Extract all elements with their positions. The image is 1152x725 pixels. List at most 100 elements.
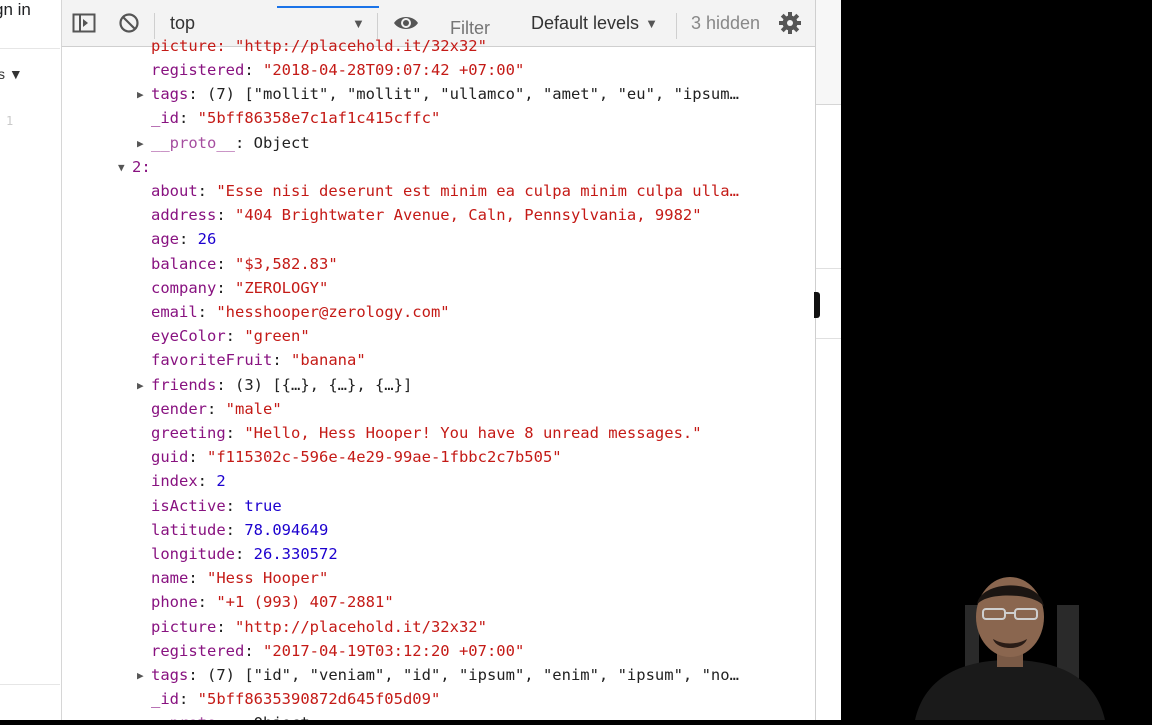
property-key: greeting [151,424,226,442]
left-page-strip: gn in s ▼ 1 [0,0,62,720]
property-key: isActive [151,496,226,515]
property-value: Object [254,714,310,720]
console-row-address: address: "404 Brightwater Avenue, Caln, … [151,203,815,227]
console-row-registered: registered: "2018-04-28T09:07:42 +07:00" [151,58,815,82]
console-row-index: index: 2 [151,469,815,493]
resize-handle[interactable] [814,292,820,318]
property-key: tags [151,85,189,104]
console-row-isactive: isActive: true [151,494,815,518]
left-page-divider [0,684,60,685]
log-levels-label: Default levels [531,12,640,33]
property-key: __proto__ [151,714,235,720]
sign-in-link[interactable]: gn in [0,0,31,20]
presenter-webcam [905,565,1115,720]
chevron-down-icon: ▼ [352,15,365,31]
property-value: "404 Brightwater Avenue, Caln, Pennsylva… [235,206,702,225]
console-row-registered: registered: "2017-04-19T03:12:20 +07:00" [151,639,815,663]
property-key: guid [151,448,189,467]
expand-triangle-icon[interactable]: ▶ [137,669,144,682]
key-separator: : [244,61,263,79]
eye-icon [394,17,418,29]
property-key: _id [151,109,179,128]
property-value: "http://placehold.it/32x32" [235,617,487,636]
key-separator: : [216,206,235,225]
expand-triangle-icon[interactable]: ▶ [137,379,144,392]
hidden-count-label: 3 hidden [691,12,761,33]
property-key: eyeColor [151,327,226,346]
console-row-email: email: "hesshooper@zerology.com" [151,300,815,324]
key-separator: : [179,690,198,709]
left-page-dropdown[interactable]: s ▼ [0,66,23,82]
key-separator: : [188,448,207,467]
property-value: "$3,582.83" [235,254,338,273]
key-separator: : [225,327,245,346]
property-value: "hesshooper@zerology.com" [216,303,450,321]
property-key: phone [151,593,198,612]
console-row-balance: balance: "$3,582.83" [151,252,815,276]
key-separator: : [272,351,291,370]
right-page-strip [814,0,841,720]
property-value: Object [253,133,310,152]
property-value: "Hello, Hess Hooper! You have 8 unread m… [244,424,702,442]
property-key: registered [151,641,245,660]
key-separator: : [188,569,207,588]
right-page-divider [816,268,841,269]
right-page-divider [816,338,841,339]
property-value: true [244,496,282,515]
key-separator: : [244,641,263,660]
key-separator: : [188,666,207,684]
property-value: "f115302c-596e-4e29-99ae-1fbbc2c7b505" [207,448,562,467]
property-value: "Esse nisi deserunt est minim ea culpa m… [216,182,739,200]
property-value: (7) ["id", "veniam", "id", "ipsum", "eni… [207,666,739,684]
console-row-favoritefruit: favoriteFruit: "banana" [151,348,815,372]
property-key: longitude [151,545,235,563]
key-separator: : [225,496,245,515]
property-key: favoriteFruit [151,351,273,370]
property-key: address [151,206,217,225]
key-separator: : [225,520,245,539]
console-row-gender: gender: "male" [151,397,815,421]
right-page-header [816,0,841,105]
console-row-tags[interactable]: tags: (7) ["mollit", "mollit", "ullamco"… [151,82,815,106]
property-key: gender [151,399,207,418]
line-number: 1 [6,114,14,128]
property-key: tags [151,666,189,684]
key-separator: : [207,399,226,418]
console-row-friends[interactable]: friends: (3) [{…}, {…}, {…}] [151,373,815,397]
property-value: 78.094649 [244,520,329,539]
property-key: registered [151,61,245,79]
console-row-proto[interactable]: __proto__: Object [151,131,815,155]
console-output[interactable]: picture: "http://placehold.it/32x32" reg… [62,34,815,720]
context-label: top [170,12,196,33]
key-separator: : [216,278,235,297]
console-row-item-2[interactable]: 2: [132,155,812,179]
property-key: email [151,303,198,321]
property-value: "green" [244,327,310,346]
property-value: (7) ["mollit", "mollit", "ullamco", "ame… [207,85,739,104]
property-key: _id [151,690,179,709]
console-row-partial: picture: "http://placehold.it/32x32" [151,37,487,55]
key-separator: : [197,182,217,200]
key-separator: : [179,230,198,249]
property-value: "ZEROLOGY" [235,278,329,297]
collapse-triangle-icon[interactable]: ▼ [118,161,125,174]
property-value: "banana" [291,351,366,370]
property-key: balance [151,254,217,273]
key-separator: : [216,375,235,394]
property-value: "5bff8635390872d645f05d09" [197,690,441,709]
property-key: name [151,569,189,588]
expand-triangle-icon[interactable]: ▶ [137,88,144,101]
key-separator: : [235,133,254,152]
property-value: 2 [216,472,226,491]
console-row-age: age: 26 [151,227,815,251]
console-row-tags[interactable]: tags: (7) ["id", "veniam", "id", "ipsum"… [151,663,815,687]
key-separator: : [235,545,254,563]
property-value: "5bff86358e7c1af1c415cffc" [197,109,441,128]
key-separator: : [197,593,217,612]
console-row-proto[interactable]: __proto__: Object [151,711,815,720]
property-key: __proto__ [151,133,235,152]
key-separator: : [216,254,235,273]
expand-triangle-icon[interactable]: ▶ [137,137,144,150]
property-key: picture [151,617,217,636]
console-row-company: company: "ZEROLOGY" [151,276,815,300]
